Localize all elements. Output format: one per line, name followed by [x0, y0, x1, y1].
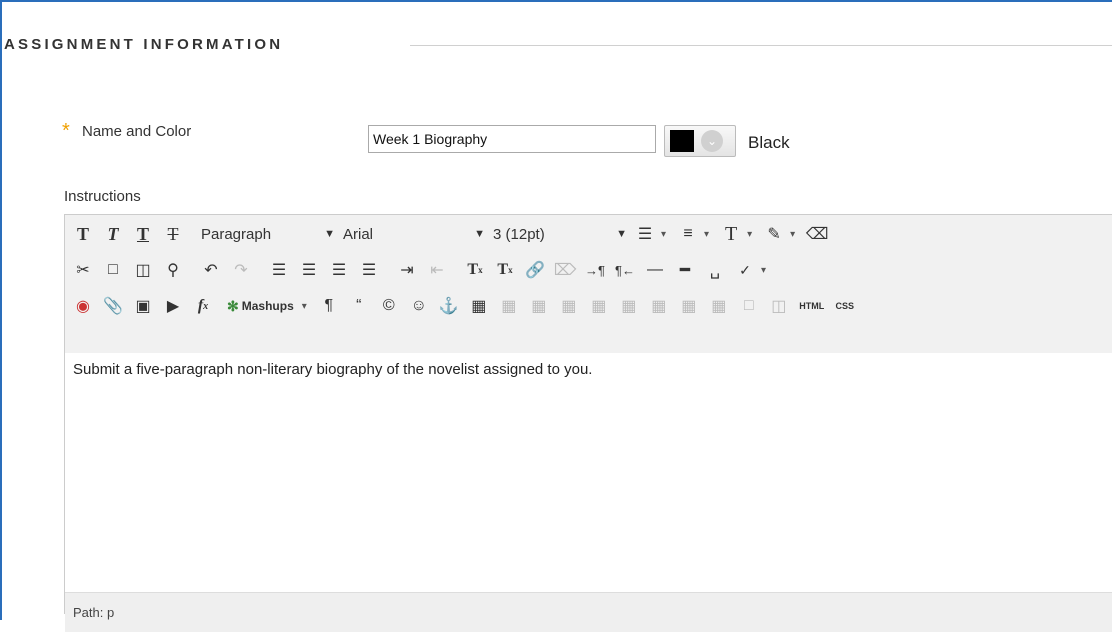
- horizontal-rule-icon[interactable]: —: [641, 256, 669, 284]
- css-button[interactable]: CSS: [831, 292, 859, 320]
- editor-status-bar: Path: p: [65, 592, 1112, 632]
- mashups-icon: ✻: [227, 297, 239, 314]
- row-props-icon[interactable]: ▦: [525, 292, 553, 320]
- blockquote-icon[interactable]: “: [345, 292, 373, 320]
- redo-icon[interactable]: ↷: [227, 256, 255, 284]
- outdent-icon[interactable]: ⇤: [423, 256, 451, 284]
- paragraph-mark-icon[interactable]: ¶: [315, 292, 343, 320]
- subscript-icon[interactable]: Tx: [491, 256, 519, 284]
- dropdown-arrow-icon[interactable]: ▾: [661, 229, 666, 240]
- cut-icon[interactable]: ✂: [69, 256, 97, 284]
- editor-content[interactable]: Submit a five-paragraph non-literary bio…: [65, 353, 1112, 592]
- find-icon[interactable]: ⚲: [159, 256, 187, 284]
- table-props-icon[interactable]: ▦: [495, 292, 523, 320]
- editor-toolbar: T T T T Paragraph ▼ Arial ▼ 3 (12pt) ▼ ☰…: [65, 215, 1112, 354]
- bullet-list-icon[interactable]: ☰: [631, 220, 659, 248]
- record-icon[interactable]: ◉: [69, 292, 97, 320]
- color-name: Black: [748, 133, 790, 152]
- dropdown-arrow-icon[interactable]: ▾: [302, 301, 307, 312]
- align-center-icon[interactable]: ☰: [295, 256, 323, 284]
- name-and-color-label: Name and Color: [82, 123, 192, 140]
- image-icon[interactable]: ▣: [129, 292, 157, 320]
- math-icon[interactable]: fx: [189, 292, 217, 320]
- anchor-icon[interactable]: ⚓: [435, 292, 463, 320]
- required-star-icon: *: [62, 120, 70, 142]
- superscript-icon[interactable]: Tx: [461, 256, 489, 284]
- dropdown-arrow-icon: ▼: [474, 228, 485, 240]
- name-input[interactable]: [368, 125, 656, 153]
- size-select[interactable]: 3 (12pt) ▼: [489, 221, 631, 247]
- merge-cells-icon[interactable]: □: [735, 292, 763, 320]
- spellcheck-icon[interactable]: ✓: [731, 256, 759, 284]
- color-swatch: [670, 130, 694, 152]
- align-justify-icon[interactable]: ☰: [355, 256, 383, 284]
- mashups-label: Mashups: [241, 299, 294, 313]
- html-button[interactable]: HTML: [795, 292, 829, 320]
- path-value[interactable]: p: [107, 605, 114, 620]
- cell-props-icon[interactable]: ▦: [555, 292, 583, 320]
- delete-col-icon[interactable]: ▦: [675, 292, 703, 320]
- insert-table-icon[interactable]: ▦: [465, 292, 493, 320]
- insert-row-icon[interactable]: ▦: [585, 292, 613, 320]
- bold-icon[interactable]: T: [69, 220, 97, 248]
- dropdown-arrow-icon: ▼: [324, 228, 335, 240]
- underline-icon[interactable]: T: [129, 220, 157, 248]
- delete-row-icon[interactable]: ▦: [615, 292, 643, 320]
- numbered-list-icon[interactable]: ≡: [674, 220, 702, 248]
- toolbar-row-1: T T T T Paragraph ▼ Arial ▼ 3 (12pt) ▼ ☰…: [69, 217, 833, 251]
- dropdown-arrow-icon[interactable]: ▾: [704, 229, 709, 240]
- eraser-icon[interactable]: ⌫: [803, 220, 831, 248]
- split-cells-icon[interactable]: ▦: [705, 292, 733, 320]
- emoticon-icon[interactable]: ☺: [405, 292, 433, 320]
- text-color-icon[interactable]: T: [717, 220, 745, 248]
- link-icon[interactable]: 🔗: [521, 256, 549, 284]
- copy-icon[interactable]: □: [99, 256, 127, 284]
- thick-rule-icon[interactable]: ━: [671, 256, 699, 284]
- insert-col-icon[interactable]: ▦: [645, 292, 673, 320]
- align-left-icon[interactable]: ☰: [265, 256, 293, 284]
- dropdown-arrow-icon[interactable]: ▾: [790, 229, 795, 240]
- columns-icon[interactable]: ◫: [765, 292, 793, 320]
- mashups-button[interactable]: ✻ Mashups: [227, 298, 294, 315]
- italic-icon[interactable]: T: [99, 220, 127, 248]
- align-right-icon[interactable]: ☰: [325, 256, 353, 284]
- media-icon[interactable]: ▶: [159, 292, 187, 320]
- format-select-value: Paragraph: [201, 225, 272, 243]
- chevron-down-icon: ⌄: [701, 130, 723, 152]
- rich-text-editor: T T T T Paragraph ▼ Arial ▼ 3 (12pt) ▼ ☰…: [64, 214, 1112, 632]
- attach-icon[interactable]: 📎: [99, 292, 127, 320]
- section-title: ASSIGNMENT INFORMATION: [4, 36, 284, 53]
- ltr-icon[interactable]: →¶: [581, 256, 609, 284]
- unlink-icon[interactable]: ⌦: [551, 256, 579, 284]
- toolbar-row-2: ✂ □ ◫ ⚲ ↶ ↷ ☰ ☰ ☰ ☰ ⇥ ⇤ Tx Tx 🔗 ⌦ →¶ ¶← …: [69, 253, 774, 287]
- strikethrough-icon[interactable]: T: [159, 220, 187, 248]
- dropdown-arrow-icon[interactable]: ▾: [747, 229, 752, 240]
- undo-icon[interactable]: ↶: [197, 256, 225, 284]
- dropdown-arrow-icon[interactable]: ▾: [761, 265, 766, 276]
- section-divider: [410, 45, 1112, 46]
- color-picker-button[interactable]: ⌄: [664, 125, 736, 157]
- instructions-text: Submit a five-paragraph non-literary bio…: [73, 361, 593, 378]
- dropdown-arrow-icon: ▼: [616, 228, 627, 240]
- font-select[interactable]: Arial ▼: [339, 221, 489, 247]
- paste-icon[interactable]: ◫: [129, 256, 157, 284]
- font-select-value: Arial: [343, 225, 374, 243]
- toolbar-row-3: ◉ 📎 ▣ ▶ fx ✻ Mashups ▾ ¶ “ © ☺ ⚓ ▦ ▦ ▦ ▦…: [69, 289, 861, 323]
- rtl-icon[interactable]: ¶←: [611, 256, 639, 284]
- size-select-value: 3 (12pt): [493, 225, 545, 243]
- format-select[interactable]: Paragraph ▼: [197, 221, 339, 247]
- copyright-icon[interactable]: ©: [375, 292, 403, 320]
- instructions-label: Instructions: [64, 188, 141, 205]
- highlight-icon[interactable]: ✎: [760, 220, 788, 248]
- indent-icon[interactable]: ⇥: [393, 256, 421, 284]
- nonbreaking-space-icon[interactable]: ␣: [701, 256, 729, 284]
- path-label: Path:: [73, 605, 104, 620]
